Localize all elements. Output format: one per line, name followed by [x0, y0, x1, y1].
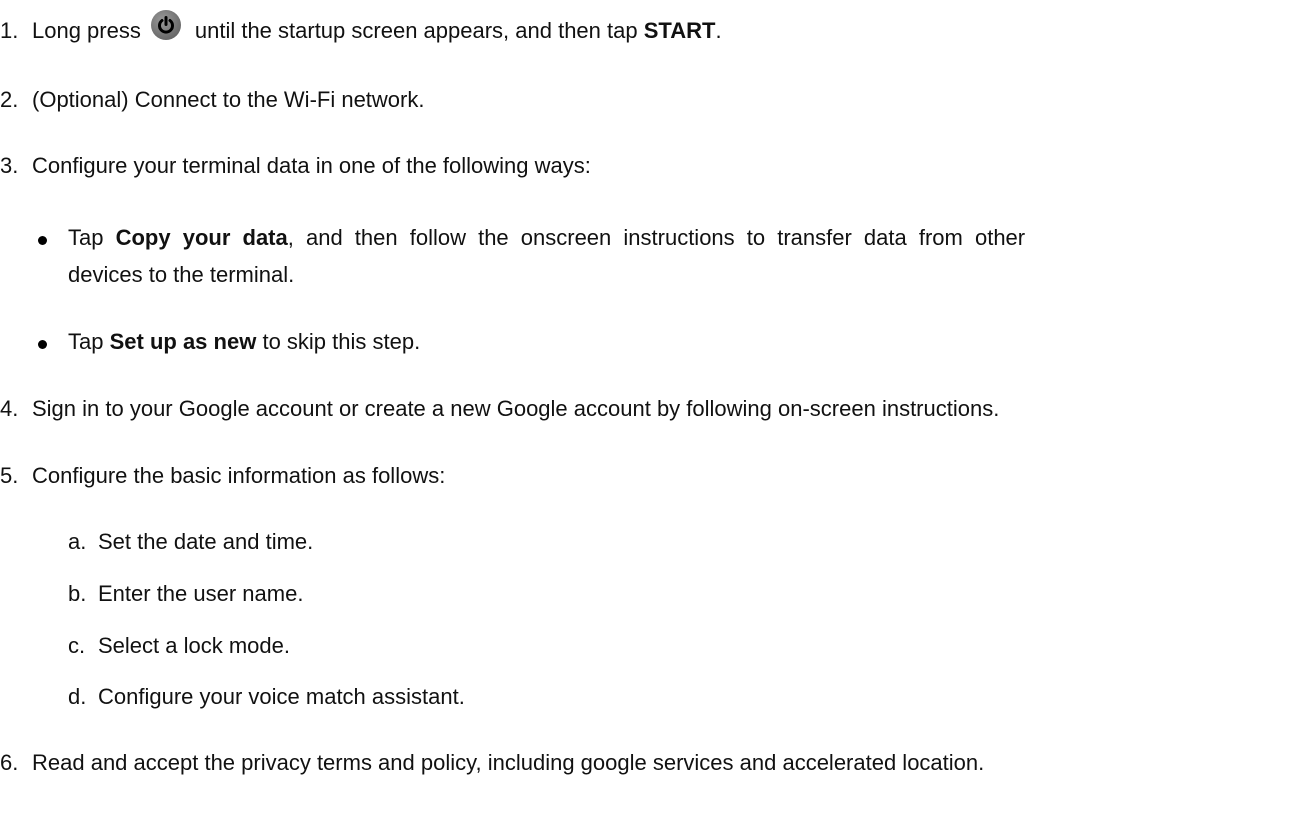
step-5-c: c. Select a lock mode.: [68, 632, 290, 660]
step-text-pre: Long press: [32, 18, 141, 43]
sub-label: d.: [68, 684, 87, 709]
step-5-b: b. Enter the user name.: [68, 580, 303, 608]
step-5-a: a. Set the date and time.: [68, 528, 313, 556]
sub-text: Enter the user name.: [98, 581, 304, 606]
copy-your-data-term: Copy your data: [115, 225, 288, 250]
step-number: 1.: [0, 18, 19, 43]
step-3: 3. Configure your terminal data in one of…: [0, 152, 591, 180]
option-text-post: , and then follow the onscreen instructi…: [287, 225, 1026, 250]
instruction-page: 1. Long press until the startup screen ap…: [0, 0, 1308, 822]
step-text: (Optional) Connect to the Wi-Fi network.: [32, 87, 425, 112]
start-term: START: [643, 18, 716, 43]
option-text-cont: devices to the terminal.: [68, 262, 295, 287]
bullet-icon: [38, 236, 47, 245]
option-text-pre: Tap: [68, 329, 104, 354]
sub-text: Select a lock mode.: [98, 633, 290, 658]
step-3-option-new: Tap Set up as new to skip this step.: [68, 328, 420, 356]
sub-label: a.: [68, 529, 87, 554]
sub-label: b.: [68, 581, 87, 606]
period: .: [715, 18, 722, 43]
step-text: Read and accept the privacy terms and po…: [32, 750, 985, 775]
bullet-icon: [38, 340, 47, 349]
step-number: 5.: [0, 463, 19, 488]
power-icon: [150, 10, 181, 40]
sub-text: Set the date and time.: [98, 529, 314, 554]
step-number: 4.: [0, 396, 19, 421]
step-number: 2.: [0, 87, 19, 112]
step-number: 3.: [0, 153, 19, 178]
step-text-post: until the startup screen appears, and th…: [194, 18, 638, 43]
step-text: Configure your terminal data in one of t…: [32, 153, 591, 178]
step-number: 6.: [0, 750, 19, 775]
step-3-option-copy-cont: devices to the terminal.: [68, 261, 294, 289]
step-2: 2. (Optional) Connect to the Wi-Fi networ…: [0, 86, 424, 114]
step-3-option-copy: Tap Copy your data, and then follow the …: [68, 224, 1025, 252]
sub-text: Configure your voice match assistant.: [98, 684, 465, 709]
step-4: 4. Sign in to your Google account or crea…: [0, 395, 999, 423]
step-5: 5. Configure the basic information as fol…: [0, 462, 445, 490]
set-up-as-new-term: Set up as new: [109, 329, 257, 354]
sub-label: c.: [68, 633, 86, 658]
option-text-post: to skip this step.: [262, 329, 421, 354]
option-text-pre: Tap: [68, 225, 104, 250]
step-text: Configure the basic information as follo…: [32, 463, 446, 488]
step-1: 1. Long press until the startup screen ap…: [0, 10, 722, 45]
step-5-d: d. Configure your voice match assistant.: [68, 683, 465, 711]
step-text: Sign in to your Google account or create…: [32, 396, 1000, 421]
step-6: 6. Read and accept the privacy terms and …: [0, 749, 984, 777]
